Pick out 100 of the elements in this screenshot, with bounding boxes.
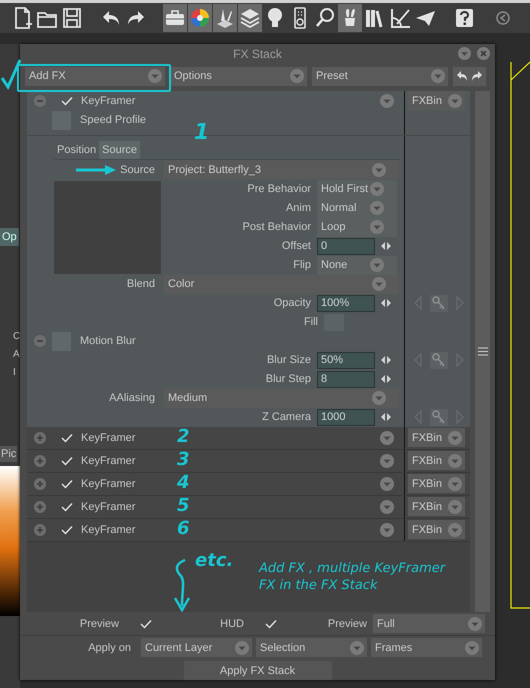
section-title: Motion Blur [80, 335, 136, 348]
caret-icon [448, 500, 462, 514]
bin-dropdown[interactable]: FXBin [408, 451, 465, 470]
option-label: HUD [219, 618, 245, 630]
caret-icon [372, 162, 386, 177]
bin-dropdown[interactable]: FXBin [408, 497, 465, 516]
stepper-icon[interactable] [380, 356, 392, 364]
toolbox-icon[interactable] [163, 4, 187, 32]
color-swatch[interactable] [324, 314, 344, 331]
bin-dropdown[interactable]: FXBin [408, 428, 465, 448]
panel-label: A [12, 348, 20, 362]
effect-row[interactable]: KeyFramer 3 FXBin [27, 450, 470, 473]
hat-icon[interactable] [338, 4, 362, 32]
tab[interactable]: Source [99, 140, 140, 159]
effect-name: KeyFramer [81, 478, 136, 490]
close-icon[interactable] [477, 47, 490, 60]
caret-icon [148, 69, 162, 84]
number-field[interactable]: 1000 [317, 408, 375, 426]
redo-icon[interactable] [471, 70, 483, 82]
caret-icon [380, 476, 394, 491]
brush-icon[interactable] [213, 4, 237, 32]
dropdown[interactable]: Hold First [317, 180, 397, 199]
dropdown[interactable]: Color [164, 274, 399, 294]
annotation-text: etc. [195, 552, 234, 570]
apply-button[interactable]: Apply FX Stack [184, 661, 332, 680]
stepper-icon[interactable] [380, 413, 392, 422]
effect-row[interactable]: KeyFramer 4 FXBin [27, 472, 470, 496]
field-label: Offset [282, 240, 312, 252]
bin-dropdown[interactable]: FXBin [408, 520, 465, 540]
field-label: Post Behavior [242, 221, 312, 234]
number-field[interactable]: 0 [317, 238, 375, 255]
caret-icon [448, 522, 462, 537]
caret-icon [350, 640, 364, 654]
stepper-icon[interactable] [380, 375, 392, 384]
caret-icon [431, 69, 445, 84]
panel-tab[interactable]: Pic [0, 446, 18, 462]
dropdown[interactable]: None [317, 256, 397, 275]
effect-name: KeyFramer [81, 94, 136, 107]
annotation-number: 1 [194, 122, 210, 144]
dropdown[interactable]: Medium [164, 388, 399, 408]
effect-row[interactable]: KeyFramer 6 FXBin [27, 518, 470, 542]
field-label: Blur Step [266, 373, 312, 386]
panel-label: I [12, 366, 16, 380]
source-dropdown[interactable]: Project: Butterfly_3 [164, 160, 399, 180]
caret-icon [448, 454, 462, 468]
number-field[interactable]: 100% [317, 294, 375, 312]
field-label: Pre Behavior [247, 183, 312, 196]
effect-name: KeyFramer [81, 500, 136, 513]
field-label: Blend [126, 278, 156, 290]
annotation-number: 6 [177, 520, 190, 538]
dropdown[interactable]: Add FX [25, 66, 165, 86]
dropdown[interactable]: Current Layer [141, 638, 252, 657]
dropdown[interactable]: Full [373, 614, 485, 633]
effect-name: KeyFramer [81, 454, 136, 467]
panel-tab[interactable]: Op [0, 228, 19, 246]
annotation-number: 4 [177, 474, 190, 492]
option-label: Preview [78, 618, 120, 630]
field-label: Apply on [87, 642, 132, 654]
caret-icon [380, 522, 394, 537]
stepper-icon[interactable] [380, 242, 392, 250]
caret-icon [468, 616, 482, 630]
bin-dropdown[interactable]: FXBin [408, 91, 465, 110]
caret-icon [372, 391, 386, 406]
dropdown[interactable]: Frames [371, 638, 482, 657]
check-annotation [0, 58, 22, 90]
tab[interactable]: Position [54, 140, 100, 159]
undo-icon[interactable] [456, 70, 468, 82]
stepper-icon[interactable] [380, 299, 392, 308]
dropdown[interactable]: Normal [317, 198, 397, 218]
caret-icon [448, 430, 462, 445]
caret-icon [380, 430, 394, 445]
effect-row[interactable]: KeyFramer 2 FXBin [27, 426, 470, 450]
dropdown[interactable]: Preset [312, 66, 448, 86]
dropdown[interactable]: Options [170, 66, 307, 86]
caret-icon [370, 220, 384, 234]
layers-icon[interactable] [238, 4, 262, 32]
number-field[interactable]: 8 [317, 370, 375, 388]
color-wheel-icon[interactable] [188, 4, 212, 32]
grip-icon[interactable] [478, 346, 488, 356]
caret-icon [380, 94, 394, 108]
window-title: FX Stack [233, 46, 282, 61]
caret-icon [370, 258, 384, 272]
number-field[interactable]: 50% [317, 352, 375, 369]
effect-row[interactable]: KeyFramer 5 FXBin [27, 496, 470, 519]
caret-icon [235, 640, 249, 654]
dropdown[interactable]: Selection [256, 638, 367, 657]
color-gradient[interactable] [0, 466, 20, 616]
field-label: Fill [304, 316, 319, 328]
caret-icon [380, 454, 394, 468]
annotation-text: Add FX , multiple KeyFramer FX in the FX Stack [259, 560, 447, 594]
annotation-arrow [75, 164, 117, 176]
scrollbar[interactable] [475, 90, 490, 612]
effect-name: KeyFramer [81, 524, 136, 536]
bin-dropdown[interactable]: FXBin [408, 474, 465, 494]
dropdown[interactable]: Loop [317, 218, 397, 237]
caret-icon [448, 476, 462, 491]
field-label: Opacity [274, 297, 312, 310]
annotation-number: 3 [177, 450, 190, 469]
caret-icon [465, 640, 479, 654]
option-label: Speed Profile [80, 114, 146, 126]
